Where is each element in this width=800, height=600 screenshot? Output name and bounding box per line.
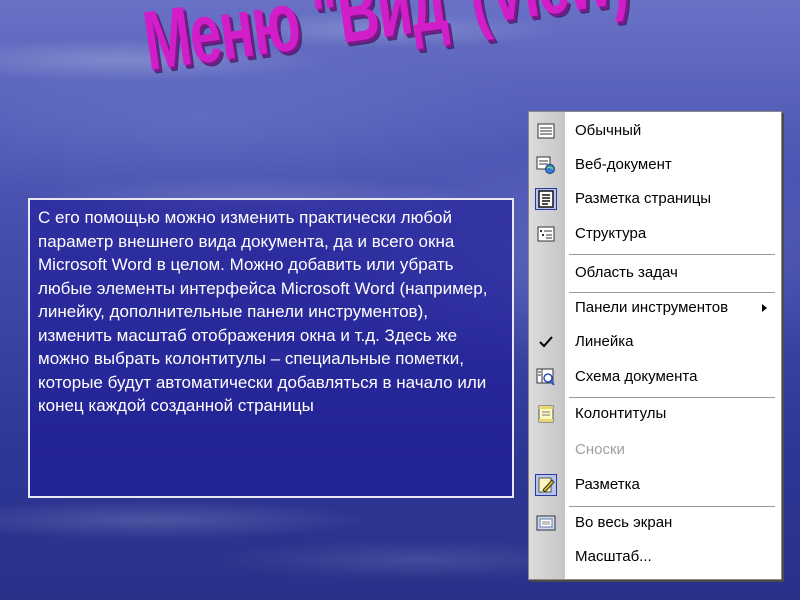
menu-item-label: Масштаб...: [575, 548, 652, 565]
menu-item-toolbars[interactable]: Панели инструментов: [529, 293, 781, 323]
menu-item-label: Область задач: [575, 264, 678, 281]
menu-item-header-footer[interactable]: Колонтитулы: [529, 399, 781, 429]
menu-item-outline[interactable]: Структура: [529, 219, 781, 249]
menu-item-document-map[interactable]: Схема документа: [529, 362, 781, 392]
menu-item-ruler[interactable]: Линейка: [529, 327, 781, 357]
menu-item-label: Веб-документ: [575, 156, 672, 173]
header-footer-icon: [535, 403, 557, 425]
menu-item-label: Сноски: [575, 441, 625, 458]
menu-separator: [569, 254, 775, 256]
menu-item-label: Во весь экран: [575, 514, 673, 531]
markup-icon: [535, 474, 557, 496]
full-screen-icon: [535, 512, 557, 534]
outline-icon: [535, 223, 557, 245]
view-menu: Обычный Веб-документ Разметка страницы С…: [528, 111, 782, 580]
checkmark-icon: [535, 331, 557, 353]
normal-view-icon: [535, 120, 557, 142]
print-layout-icon: [535, 188, 557, 210]
slide-title: Меню "Вид"(View): [137, 0, 633, 88]
web-layout-icon: [535, 154, 557, 176]
menu-item-footnotes: Сноски: [529, 435, 781, 465]
document-map-icon: [535, 366, 557, 388]
menu-item-full-screen[interactable]: Во весь экран: [529, 508, 781, 538]
description-text-box: С его помощью можно изменить практически…: [28, 198, 514, 498]
menu-item-label: Колонтитулы: [575, 405, 667, 422]
menu-item-normal[interactable]: Обычный: [529, 116, 781, 146]
menu-item-markup[interactable]: Разметка: [529, 470, 781, 500]
menu-item-label: Разметка: [575, 476, 640, 493]
menu-item-label: Схема документа: [575, 368, 698, 385]
menu-item-print-layout[interactable]: Разметка страницы: [529, 184, 781, 214]
menu-item-label: Обычный: [575, 122, 642, 139]
menu-item-label: Линейка: [575, 333, 634, 350]
submenu-arrow-icon: [762, 304, 767, 312]
menu-item-label: Разметка страницы: [575, 190, 712, 207]
menu-item-label: Панели инструментов: [575, 299, 729, 316]
menu-item-web-document[interactable]: Веб-документ: [529, 150, 781, 180]
menu-item-task-pane[interactable]: Область задач: [529, 258, 781, 288]
description-text: С его помощью можно изменить практически…: [38, 208, 488, 415]
menu-item-label: Структура: [575, 225, 647, 242]
menu-item-zoom[interactable]: Масштаб...: [529, 542, 781, 572]
